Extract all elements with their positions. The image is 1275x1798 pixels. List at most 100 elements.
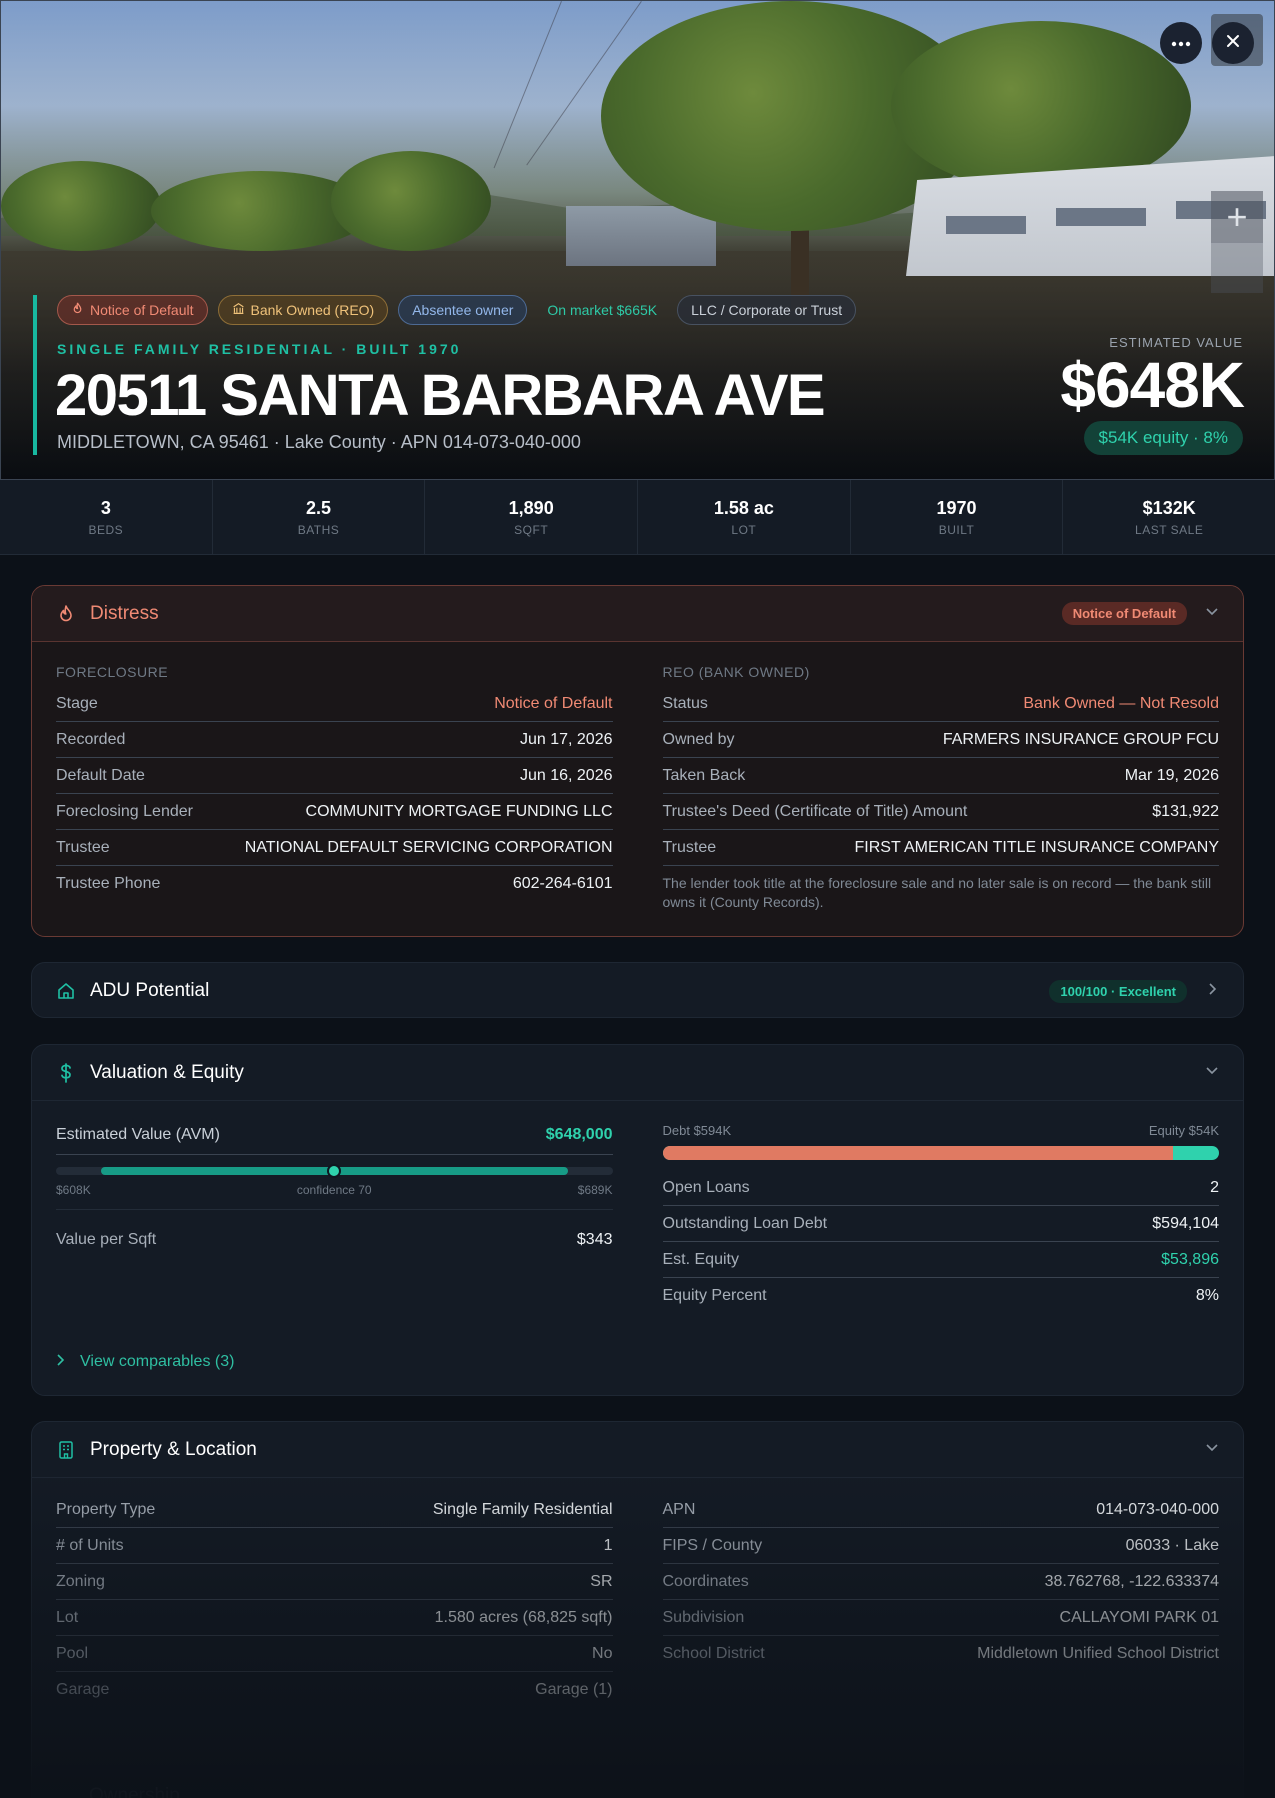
expand-button[interactable]: +	[1211, 191, 1263, 243]
avm-value: $648,000	[545, 1125, 613, 1143]
detail-row: Foreclosing Lender COMMUNITY MORTGAGE FUN…	[56, 794, 613, 830]
valuation-header[interactable]: Valuation & Equity	[32, 1045, 1243, 1101]
location-details: APN 014-073-040-000 FIPS / County 06033 · …	[662, 1492, 1219, 1708]
chevron-right-icon[interactable]	[1205, 982, 1219, 1001]
close-button[interactable]	[1212, 22, 1254, 64]
hero-photo: Notice of Default Bank Owned (REO) Absen…	[0, 0, 1275, 480]
row-value: $343	[576, 1231, 613, 1248]
row-key: Zoning	[56, 1572, 105, 1590]
home-icon	[56, 981, 76, 1001]
detail-row: Coordinates 38.762768, -122.633374	[662, 1564, 1219, 1600]
comparables-label: View comparables (3)	[80, 1353, 235, 1370]
chevron-down-icon[interactable]	[1205, 1440, 1219, 1459]
view-comparables-link[interactable]: View comparables (3)	[56, 1353, 234, 1371]
detail-row: Owned by FARMERS INSURANCE GROUP FCU	[662, 722, 1219, 758]
stat-value: 3	[100, 498, 111, 518]
distress-header[interactable]: Distress Notice of Default	[32, 586, 1243, 642]
stat-label: LAST SALE	[1135, 523, 1204, 537]
row-value: $53,896	[1161, 1250, 1219, 1268]
on-market-tag[interactable]: On market $665K	[537, 295, 667, 325]
row-key: Foreclosing Lender	[56, 802, 193, 820]
avm-marker	[327, 1164, 342, 1178]
detail-row: Status Bank Owned — Not Resold	[662, 686, 1219, 722]
detail-row: Default Date Jun 16, 2026	[56, 758, 613, 794]
ownership-panel[interactable]: Ownership	[31, 1765, 1244, 1798]
detail-row: Garage Garage (1)	[56, 1672, 613, 1708]
window	[946, 216, 1026, 234]
row-key: Subdivision	[662, 1608, 745, 1626]
row-value: NATIONAL DEFAULT SERVICING CORPORATION	[244, 838, 613, 856]
stat-label: LOT	[731, 523, 757, 537]
photo-tile[interactable]	[1211, 243, 1263, 293]
llc-corporate-tag[interactable]: LLC / Corporate or Trust	[677, 295, 857, 325]
adu-header[interactable]: ADU Potential 100/100 · Excellent	[32, 963, 1243, 1017]
section-label: FORECLOSURE	[56, 664, 169, 680]
adu-panel[interactable]: ADU Potential 100/100 · Excellent	[31, 962, 1244, 1018]
range-high: $689K	[577, 1183, 613, 1197]
row-value: 602-264-6101	[512, 875, 613, 892]
distress-title: Distress	[90, 602, 159, 624]
bank-owned-tag[interactable]: Bank Owned (REO)	[217, 295, 389, 325]
row-value: Notice of Default	[494, 694, 613, 712]
detail-row: Trustee NATIONAL DEFAULT SERVICING CORPOR…	[56, 830, 613, 866]
row-value: CALLAYOMI PARK 01	[1059, 1608, 1219, 1626]
distress-badge: Notice of Default	[1061, 602, 1187, 625]
confidence-range-track	[56, 1164, 613, 1178]
row-value: FARMERS INSURANCE GROUP FCU	[942, 730, 1219, 748]
absentee-owner-tag[interactable]: Absentee owner	[398, 295, 528, 325]
row-value: Single Family Residential	[432, 1500, 613, 1518]
row-value: No	[592, 1644, 613, 1662]
row-key: Value per Sqft	[56, 1231, 157, 1248]
avm-row: Estimated Value (AVM) $648,000	[56, 1115, 613, 1155]
row-key: Taken Back	[662, 766, 746, 784]
row-key: Est. Equity	[662, 1250, 739, 1268]
detail-row: Lot 1.580 acres (68,825 sqft)	[56, 1600, 613, 1636]
detail-row: APN 014-073-040-000	[662, 1492, 1219, 1528]
row-value: COMMUNITY MORTGAGE FUNDING LLC	[305, 802, 613, 820]
row-value: FIRST AMERICAN TITLE INSURANCE COMPANY	[854, 838, 1220, 856]
row-key: Open Loans	[662, 1178, 750, 1196]
row-value: $594,104	[1152, 1214, 1219, 1232]
tag-label: On market $665K	[547, 302, 658, 318]
row-key: Status	[662, 694, 708, 712]
detail-row: Trustee FIRST AMERICAN TITLE INSURANCE CO…	[662, 830, 1220, 866]
tag-label: Bank Owned (REO)	[250, 302, 375, 318]
stat-value: $132K	[1142, 498, 1196, 518]
property-panel: Property & Location Property Type Single …	[31, 1421, 1244, 1798]
row-key: Stage	[56, 694, 98, 712]
row-key: Property Type	[56, 1500, 156, 1518]
row-key: Default Date	[56, 766, 145, 784]
property-subtitle: SINGLE FAMILY RESIDENTIAL · BUILT 1970	[57, 341, 462, 357]
chevron-down-icon[interactable]	[1205, 1063, 1219, 1082]
ellipsis-icon	[1171, 34, 1191, 52]
tag-label: Absentee owner	[412, 302, 514, 318]
property-header[interactable]: Property & Location	[32, 1422, 1243, 1478]
chevron-down-icon[interactable]	[1205, 604, 1219, 623]
more-options-button[interactable]	[1160, 22, 1202, 64]
stat-last-sale: $132K LAST SALE	[1063, 480, 1275, 554]
row-value: SR	[590, 1572, 613, 1590]
stat-value: 1,890	[508, 498, 554, 518]
stat-baths: 2.5 BATHS	[213, 480, 426, 554]
flame-icon	[56, 604, 76, 624]
stat-value: 1970	[936, 498, 977, 518]
tree	[1, 161, 161, 251]
detail-row: Est. Equity $53,896	[662, 1242, 1219, 1278]
row-key: Garage	[56, 1681, 110, 1698]
row-key: Lot	[56, 1608, 79, 1626]
section-label: REO (BANK OWNED)	[662, 664, 810, 680]
stats-bar: 3 BEDS 2.5 BATHS 1,890 SQFT 1.58 ac LOT …	[0, 480, 1275, 555]
row-key: Trustee	[662, 838, 717, 856]
property-address: 20511 SANTA BARBARA AVE	[55, 363, 826, 428]
detail-row: FIPS / County 06033 · Lake	[662, 1528, 1219, 1564]
row-key: Equity Percent	[662, 1287, 767, 1304]
row-value: Jun 16, 2026	[519, 766, 613, 784]
ownership-title: Ownership	[89, 1785, 180, 1798]
row-key: # of Units	[56, 1536, 124, 1554]
row-value: 38.762768, -122.633374	[1044, 1572, 1219, 1590]
avm-section: Estimated Value (AVM) $648,000 $608K con…	[56, 1101, 613, 1314]
equity-section: Debt $594K Equity $54K Open Loans 2 Outst…	[662, 1101, 1219, 1314]
chevron-right-icon	[56, 1353, 66, 1371]
detail-row: Zoning SR	[56, 1564, 613, 1600]
notice-of-default-tag[interactable]: Notice of Default	[57, 295, 208, 325]
